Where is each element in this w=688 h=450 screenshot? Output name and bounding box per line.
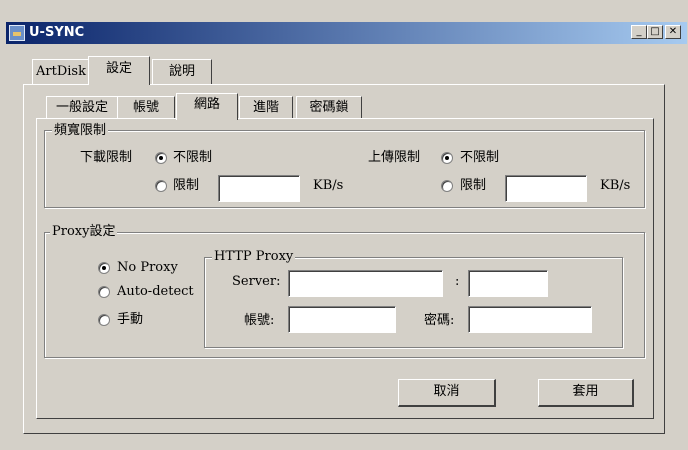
server-label: Server: — [232, 274, 281, 289]
download-unit-label: KB/s — [313, 178, 344, 193]
title-bar[interactable]: U-SYNC _ □ ✕ — [6, 22, 687, 44]
tab-advanced[interactable]: 進階 — [239, 96, 293, 119]
proxy-legend: Proxy設定 — [50, 224, 118, 239]
port-input[interactable] — [468, 270, 548, 297]
download-limit-input[interactable] — [218, 175, 300, 202]
download-unlimited-radio[interactable] — [155, 152, 167, 164]
auto-detect-radio[interactable] — [98, 286, 110, 298]
download-unlimited-label[interactable]: 不限制 — [173, 150, 212, 166]
maximize-icon: □ — [650, 26, 660, 37]
port-colon: : — [455, 274, 460, 289]
maximize-button[interactable]: □ — [647, 25, 663, 39]
app-icon — [9, 25, 25, 41]
server-input[interactable] — [288, 270, 443, 297]
tab-network[interactable]: 網路 — [176, 93, 238, 120]
upload-unit-label: KB/s — [600, 178, 631, 193]
no-proxy-radio[interactable] — [98, 262, 110, 274]
tab-general[interactable]: 一般設定 — [46, 96, 118, 119]
upload-limit-label: 上傳限制 — [368, 150, 421, 165]
bandwidth-legend: 頻寬限制 — [52, 123, 109, 138]
cancel-button[interactable]: 取消 — [398, 379, 496, 407]
tab-artdisk[interactable]: ArtDisk — [32, 59, 90, 84]
manual-proxy-radio[interactable] — [98, 314, 110, 326]
upload-limit-input[interactable] — [505, 175, 587, 202]
apply-button[interactable]: 套用 — [538, 379, 634, 407]
minimize-button[interactable]: _ — [631, 25, 647, 39]
account-input[interactable] — [288, 306, 396, 333]
close-button[interactable]: ✕ — [665, 25, 681, 39]
no-proxy-label[interactable]: No Proxy — [117, 260, 178, 276]
download-limit-label: 下載限制 — [80, 150, 133, 165]
http-proxy-legend: HTTP Proxy — [212, 249, 296, 264]
tab-settings[interactable]: 設定 — [88, 56, 150, 85]
tab-account[interactable]: 帳號 — [117, 96, 175, 119]
app-window: U-SYNC _ □ ✕ ArtDisk 設定 說明 一般設定 帳號 網路 進階… — [0, 0, 688, 450]
window-title: U-SYNC — [29, 25, 85, 40]
upload-limit-option-label[interactable]: 限制 — [460, 178, 486, 194]
auto-detect-label[interactable]: Auto-detect — [117, 284, 194, 300]
tab-help[interactable]: 說明 — [152, 59, 212, 84]
upload-unlimited-radio[interactable] — [441, 152, 453, 164]
minimize-icon: _ — [636, 26, 642, 37]
account-label: 帳號: — [244, 313, 275, 328]
password-label: 密碼: — [424, 313, 455, 328]
tab-password-lock[interactable]: 密碼鎖 — [296, 96, 362, 119]
upload-limit-radio[interactable] — [441, 180, 453, 192]
close-icon: ✕ — [668, 26, 678, 37]
download-limit-radio[interactable] — [155, 180, 167, 192]
upload-unlimited-label[interactable]: 不限制 — [460, 150, 499, 166]
download-limit-option-label[interactable]: 限制 — [173, 178, 199, 194]
password-input[interactable] — [468, 306, 592, 333]
manual-proxy-label[interactable]: 手動 — [117, 312, 143, 328]
